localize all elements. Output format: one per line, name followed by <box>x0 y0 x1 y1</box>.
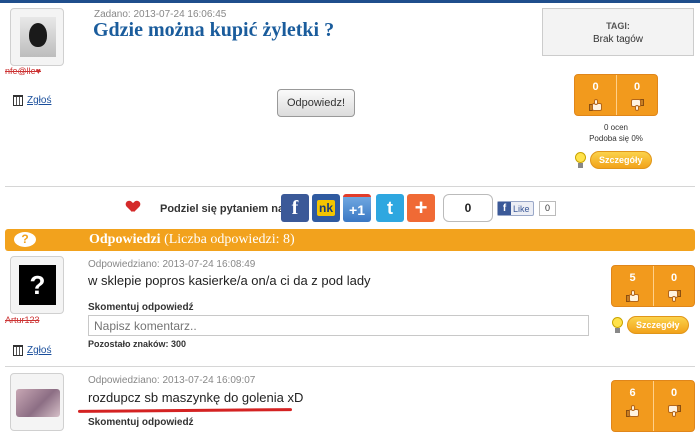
share-label: Podziel się pytaniem na: <box>160 203 288 215</box>
answer-text: rozdupcz sb maszynkę do golenia xD <box>88 390 304 405</box>
report-answer-link[interactable]: Zgłoś <box>13 345 51 356</box>
report-label: Zgłoś <box>27 95 52 106</box>
answers-title-label: Odpowiedzi <box>89 232 161 247</box>
thumbs-up-icon <box>625 290 640 302</box>
report-label: Zgłoś <box>27 345 52 356</box>
vote-up-count: 5 <box>629 272 636 284</box>
trash-icon <box>13 345 23 356</box>
heart-icon <box>127 201 139 213</box>
vote-down-button[interactable]: 0 <box>653 381 694 431</box>
vote-up-count: 6 <box>629 387 636 399</box>
twitter-icon[interactable]: t <box>376 194 404 222</box>
answer-date: Odpowiedziano: 2013-07-24 16:09:07 <box>88 375 256 386</box>
thumbs-down-icon <box>667 290 681 302</box>
google-plus-icon[interactable]: +1 <box>343 194 371 222</box>
facebook-like-button[interactable]: f Like <box>497 201 534 216</box>
comment-label: Skomentuj odpowiedź <box>88 302 194 313</box>
top-border <box>0 0 700 3</box>
question-title: Gdzie można kupić żyletki ? <box>93 19 335 41</box>
asker-username[interactable]: nfe@lle♥ <box>5 66 41 76</box>
thumbs-down-icon <box>630 99 644 111</box>
facebook-icon[interactable]: f <box>281 194 309 222</box>
divider <box>5 186 695 187</box>
answers-title: Odpowiedzi (Liczba odpowiedzi: 8) <box>89 232 295 248</box>
tags-value: Brak tagów <box>592 34 644 45</box>
share-counter: 0 <box>443 194 493 222</box>
question-bubble-icon: ? <box>14 232 36 247</box>
answer-details[interactable]: Szczegóły <box>612 316 689 334</box>
add-icon[interactable]: + <box>407 194 435 222</box>
user-photo <box>16 389 60 417</box>
question-vote-box: 0 0 <box>574 74 658 116</box>
vote-up-count: 0 <box>592 81 599 93</box>
trash-icon <box>13 95 23 106</box>
vote-down-count: 0 <box>670 272 678 284</box>
nk-icon-label: nk <box>316 200 335 216</box>
details-button[interactable]: Szczegóły <box>627 316 689 334</box>
facebook-small-icon: f <box>498 202 511 215</box>
thumbs-up-icon <box>588 99 603 111</box>
answer-vote-box: 5 0 <box>611 265 695 307</box>
tags-box: TAGI: Brak tagów <box>542 8 694 56</box>
fb-like-label: Like <box>513 203 530 214</box>
vote-up-button[interactable]: 6 <box>612 381 653 431</box>
unknown-user-icon: ? <box>19 265 56 305</box>
vote-down-button[interactable]: 0 <box>616 75 657 115</box>
nk-icon[interactable]: nk <box>312 194 340 222</box>
answer-avatar[interactable] <box>10 373 64 431</box>
thumbs-down-icon <box>667 405 681 417</box>
answer-avatar[interactable]: ? <box>10 256 64 314</box>
remaining-characters: Pozostało znaków: 300 <box>88 339 187 349</box>
vote-up-button[interactable]: 0 <box>575 75 616 115</box>
vote-down-button[interactable]: 0 <box>653 266 694 306</box>
comment-label: Skomentuj odpowiedź <box>88 417 194 428</box>
tags-title: TAGI: <box>606 21 630 31</box>
likes-percent: Podoba się 0% <box>589 134 643 143</box>
highlight-underline <box>77 408 293 413</box>
fb-like-count: 0 <box>539 201 556 216</box>
vote-down-count: 0 <box>670 387 678 399</box>
answer-button[interactable]: Odpowiedz! <box>277 89 355 117</box>
answer-vote-box: 6 0 <box>611 380 695 432</box>
report-question-link[interactable]: Zgłoś <box>13 95 51 106</box>
answer-text: w sklepie popros kasierke/a on/a ci da z… <box>88 273 371 288</box>
ratings-summary: 0 ocen Podoba się 0% <box>574 122 658 144</box>
lightbulb-icon <box>575 151 586 169</box>
vote-down-count: 0 <box>633 81 641 93</box>
answers-count: (Liczba odpowiedzi: 8) <box>164 232 295 247</box>
comment-input[interactable] <box>88 315 589 336</box>
asker-avatar-image <box>20 17 56 57</box>
ratings-count: 0 ocen <box>603 123 629 132</box>
details-button[interactable]: Szczegóły <box>590 151 652 169</box>
answers-header: ? Odpowiedzi (Liczba odpowiedzi: 8) <box>5 229 695 251</box>
thumbs-up-icon <box>625 405 640 417</box>
answer-date: Odpowiedziano: 2013-07-24 16:08:49 <box>88 259 256 270</box>
asker-avatar[interactable] <box>10 8 64 66</box>
divider <box>5 366 695 367</box>
vote-up-button[interactable]: 5 <box>612 266 653 306</box>
question-details[interactable]: Szczegóły <box>575 151 652 169</box>
lightbulb-icon <box>612 316 623 334</box>
answer-username[interactable]: Artur123 <box>5 315 40 325</box>
